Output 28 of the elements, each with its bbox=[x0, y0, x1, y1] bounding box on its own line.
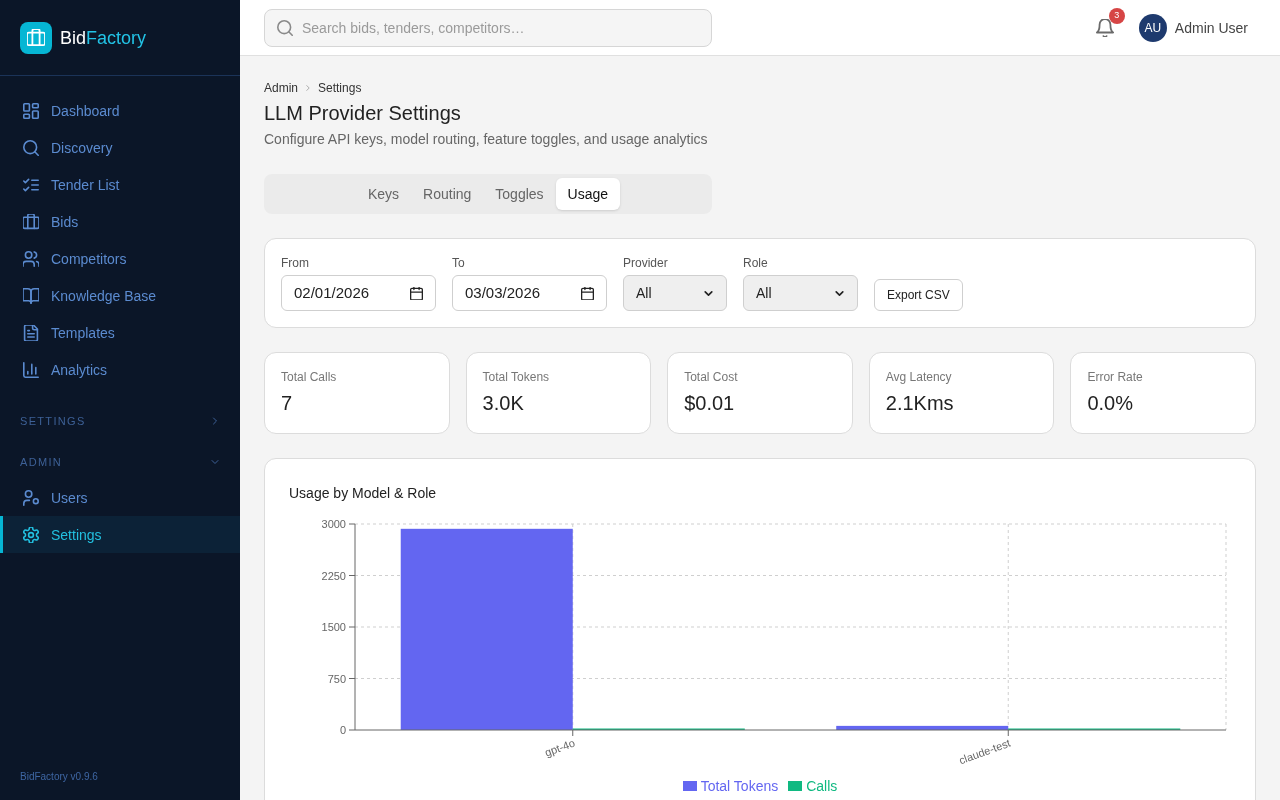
user-name: Admin User bbox=[1174, 18, 1248, 38]
field-label: Provider bbox=[623, 255, 669, 271]
stat-label: Total Calls bbox=[281, 369, 338, 385]
page-title: LLM Provider Settings bbox=[264, 101, 462, 126]
stat-value: 2.1Kms bbox=[885, 391, 955, 415]
notification-badge: 3 bbox=[1108, 7, 1125, 24]
version-label: BidFactory v0.9.6 bbox=[20, 771, 98, 782]
field-label: Role bbox=[743, 255, 769, 271]
y-tick-label: 0 bbox=[339, 724, 346, 736]
stat-value: 3.0K bbox=[482, 391, 525, 415]
stat-value: $0.01 bbox=[684, 391, 736, 415]
x-tick-label: gpt-4o bbox=[543, 736, 577, 759]
stat-value: 7 bbox=[281, 391, 294, 415]
y-tick-label: 1500 bbox=[321, 621, 346, 633]
stat-label: Error Rate bbox=[1087, 369, 1144, 385]
field-label: From bbox=[281, 255, 310, 271]
field-label: To bbox=[452, 255, 466, 271]
stat-label: Total Tokens bbox=[482, 369, 551, 385]
brand-name: BidFactory bbox=[60, 26, 147, 50]
breadcrumb-current: Settings bbox=[318, 80, 362, 96]
stat-label: Avg Latency bbox=[885, 369, 953, 385]
stat-value: 0.0% bbox=[1087, 391, 1134, 415]
y-tick-label: 2250 bbox=[321, 569, 346, 582]
page-subtitle: Configure API keys, model routing, feature toggles, and usage analytics bbox=[264, 130, 709, 149]
y-tick-label: 3000 bbox=[321, 518, 346, 530]
y-tick-label: 750 bbox=[327, 672, 346, 685]
chart-title: Usage by Model & Role bbox=[289, 484, 438, 503]
stat-label: Total Cost bbox=[684, 369, 739, 385]
